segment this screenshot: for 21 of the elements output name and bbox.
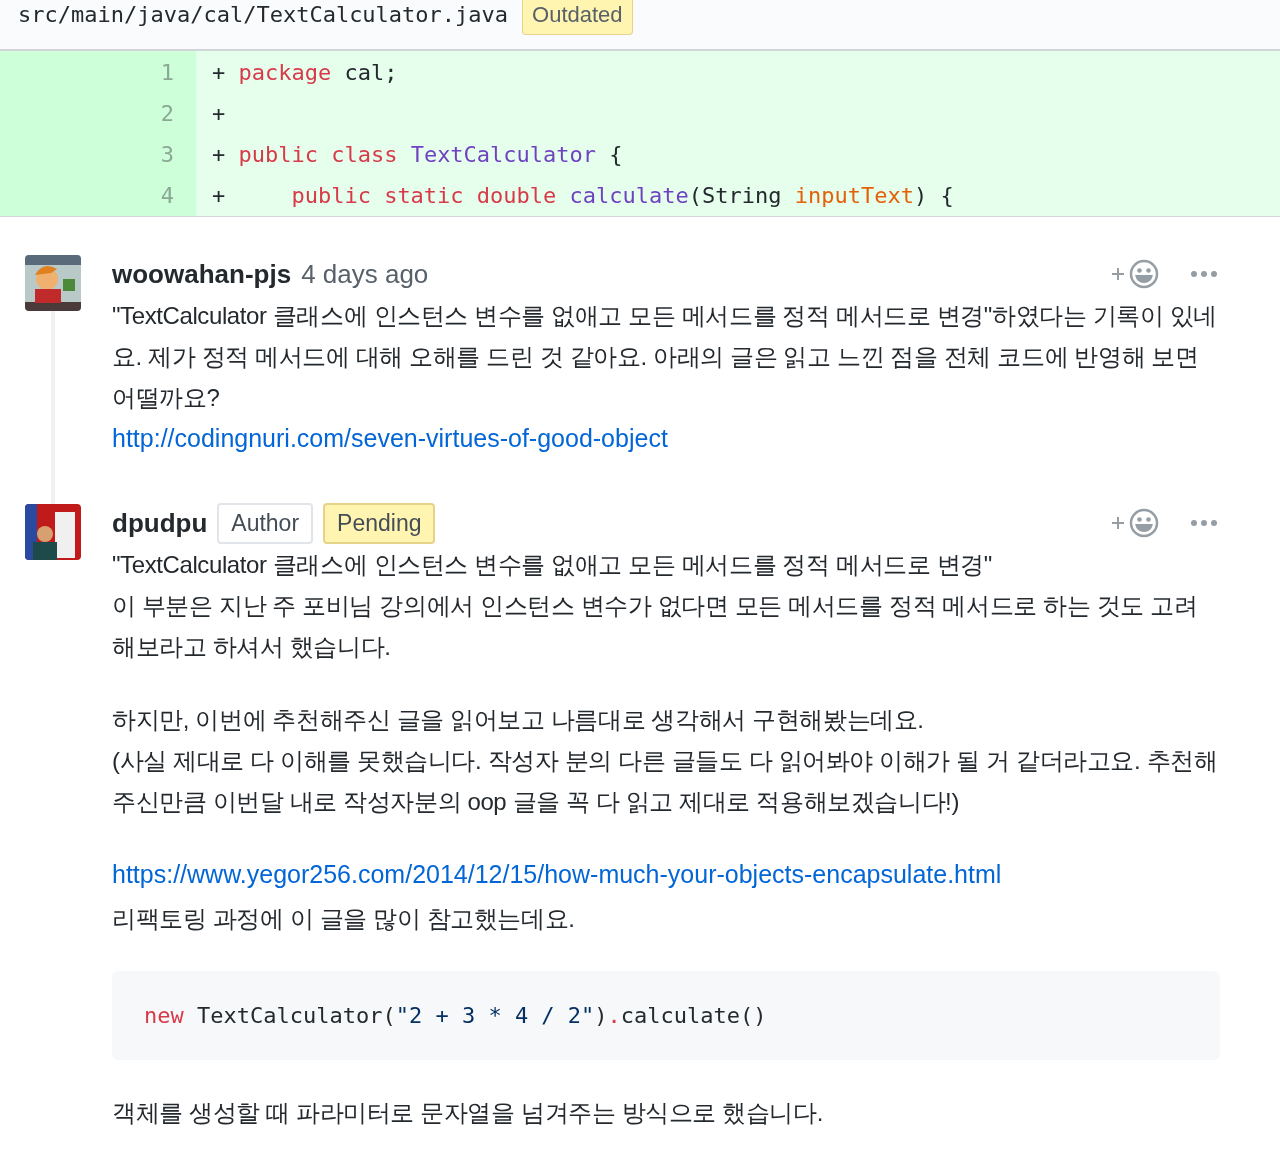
comment-text: "TextCalculator 클래스에 인스턴스 변수를 없애고 모든 메서드를 정적 메서드로 변경" [112,550,993,580]
more-options-icon[interactable] [1190,519,1218,527]
more-options-icon[interactable] [1190,270,1218,278]
link[interactable]: https://www.yegor256.com/2014/12/15/how-much-your-objects-encapsulate.html [112,860,1002,888]
comment-text: 객체를 생성할 때 파라미터로 문자열을 넘겨주는 방식으로 했습니다. [112,1098,824,1128]
comment-text: (사실 제대로 다 이해를 못했습니다. 작성자 분의 다른 글들도 다 읽어봐야 이해가 될 거 같더라고요. 추천해주신만큼 이번달 내로 작성자분의 oop 글을 꼭 다 읽고 제대로 적용해보겠습니다!) [112,746,1219,817]
outdated-label: Outdated [522,0,633,35]
link[interactable]: http://codingnuri.com/seven-virtues-of-good-object [112,424,668,452]
comment-text: "TextCalculator 클래스에 인스턴스 변수를 없애고 모든 메서드를 정적 메서드로 변경"하였다는 기록이 있네요. 제가 정적 메서드에 대해 오해를 드린 것 같아요. 아래의 글은 읽고 느낀 점을 전체 코드에 반영해 보면 어떨까요? [112,301,1218,413]
timestamp[interactable]: 4 days ago [301,258,429,290]
comment-text: 하지만, 이번에 추천해주신 글을 읽어보고 나름대로 생각해서 구현해봤는데요. [112,705,925,735]
author-name[interactable]: woowahan-pjs [112,258,292,290]
code-block: new TextCalculator("2 + 3 * 4 / 2").calculate() [112,971,1220,1060]
comment-text: 리팩토링 과정에 이 글을 많이 참고했는데요. [112,904,576,934]
author-name[interactable]: dpudpu [112,507,208,539]
comment-text: 이 부분은 지난 주 포비님 강의에서 인스턴스 변수가 없다면 모든 메서드를 정적 메서드로 하는 것도 고려해보라고 하셔서 했습니다. [112,591,1199,662]
comment-label: Pending [323,502,436,544]
add-reaction-icon[interactable] [1110,259,1160,289]
add-reaction-icon[interactable] [1110,508,1160,538]
file-path[interactable]: src/main/java/cal/TextCalculator.java [18,2,509,27]
comment-label: Author [217,502,314,544]
